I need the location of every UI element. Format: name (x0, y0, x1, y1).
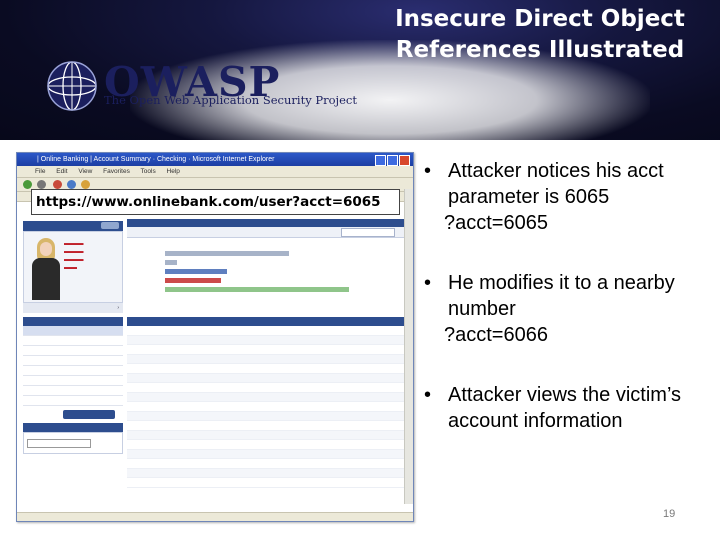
page-number: 19 (663, 508, 676, 520)
chart-bar-row (127, 277, 407, 284)
bullet-text: He modifies it to a nearby number (448, 272, 675, 320)
bullet-item: • He modifies it to a nearby number ?acc… (424, 270, 716, 348)
table-row[interactable] (127, 449, 407, 459)
account-row[interactable] (23, 396, 123, 406)
logo-tagline: The Open Web Application Security Projec… (104, 93, 357, 107)
table-row[interactable] (127, 345, 407, 355)
url-callout: https://www.onlinebank.com/user?acct=606… (31, 189, 400, 215)
table-row[interactable] (127, 421, 407, 431)
promo-footer: › (23, 303, 123, 313)
table-row[interactable] (127, 459, 407, 469)
bills-title (23, 423, 123, 432)
chart-bar-row (127, 259, 407, 266)
bill-selector (23, 432, 123, 454)
bills-section (23, 423, 123, 454)
browser-window-title: | Online Banking | Account Summary · Che… (37, 156, 275, 163)
table-header (127, 317, 407, 326)
table-row[interactable] (127, 402, 407, 412)
bullet-item: • Attacker views the victim’s account in… (424, 382, 716, 434)
window-controls (375, 155, 410, 166)
menu-edit[interactable]: Edit (56, 168, 67, 175)
chart-bar (165, 287, 349, 292)
table-row[interactable] (127, 478, 407, 488)
browser-titlebar: | Online Banking | Account Summary · Che… (17, 153, 413, 166)
bullet-code: ?acct=6066 (444, 324, 548, 346)
bill-select[interactable] (27, 439, 91, 448)
menu-view[interactable]: View (78, 168, 92, 175)
menu-help[interactable]: Help (167, 168, 180, 175)
browser-scrollbar[interactable] (404, 189, 413, 504)
minimize-icon[interactable] (375, 155, 386, 166)
chart-bar (165, 260, 177, 265)
maximize-icon[interactable] (387, 155, 398, 166)
chart-bar-row (127, 250, 407, 257)
bank-page: ▬▬▬ ▬▬▬ ▬▬▬ ▬▬ › (17, 211, 413, 511)
accounts-title (23, 317, 123, 326)
table-row[interactable] (127, 335, 407, 345)
chart-bar-row (127, 268, 407, 275)
bullet-code: ?acct=6065 (444, 212, 548, 234)
accounts-section (23, 317, 123, 419)
bank-left-panel: ▬▬▬ ▬▬▬ ▬▬▬ ▬▬ › (23, 221, 123, 521)
table-row[interactable] (127, 364, 407, 374)
table-row[interactable] (127, 468, 407, 478)
account-row[interactable] (23, 346, 123, 356)
table-row[interactable] (127, 411, 407, 421)
chart-bar (165, 251, 289, 256)
bullet-item: • Attacker notices his acct parameter is… (424, 158, 716, 236)
account-row[interactable] (23, 326, 123, 336)
bullet-dot-icon: • (424, 160, 432, 182)
table-footer (127, 488, 407, 497)
owasp-globe-icon (47, 61, 97, 111)
refresh-icon[interactable] (67, 180, 76, 189)
chart-bar-row (127, 286, 407, 293)
open-account-button[interactable] (63, 410, 115, 419)
table-row[interactable] (127, 373, 407, 383)
table-row[interactable] (127, 440, 407, 450)
account-row[interactable] (23, 376, 123, 386)
search-input[interactable] (341, 228, 395, 237)
account-row[interactable] (23, 366, 123, 376)
account-row[interactable] (23, 356, 123, 366)
chart-bar (165, 269, 227, 274)
sign-off-button[interactable] (101, 222, 119, 229)
bullet-text: Attacker views the victim’s account info… (448, 384, 682, 432)
table-row[interactable] (127, 392, 407, 402)
browser-menubar: File Edit View Favorites Tools Help (17, 166, 413, 178)
account-row[interactable] (23, 336, 123, 346)
table-row[interactable] (127, 354, 407, 364)
close-icon[interactable] (399, 155, 410, 166)
promo-banner[interactable]: ▬▬▬ ▬▬▬ ▬▬▬ ▬▬ (23, 231, 123, 303)
welcome-header (23, 221, 123, 231)
table-row[interactable] (127, 430, 407, 440)
forward-icon[interactable] (37, 180, 46, 189)
chart-caption (127, 238, 407, 248)
chart-bar (165, 278, 221, 283)
stop-icon[interactable] (53, 180, 62, 189)
bullet-dot-icon: • (424, 384, 432, 406)
table-row[interactable] (127, 326, 407, 336)
main-nav (127, 219, 407, 227)
back-icon[interactable] (23, 180, 32, 189)
slide-title: Insecure Direct Object References Illust… (395, 6, 685, 63)
bullet-list: • Attacker notices his acct parameter is… (424, 158, 716, 434)
menu-tools[interactable]: Tools (141, 168, 156, 175)
promo-text: ▬▬▬ ▬▬▬ ▬▬▬ ▬▬ (64, 240, 84, 271)
bullet-dot-icon: • (424, 272, 432, 294)
slide-header: Insecure Direct Object References Illust… (0, 0, 720, 140)
expense-chart (127, 248, 407, 306)
sub-nav (127, 227, 407, 238)
table-row[interactable] (127, 383, 407, 393)
browser-statusbar (17, 512, 413, 521)
bullet-text: Attacker notices his acct parameter is 6… (448, 160, 664, 208)
home-icon[interactable] (81, 180, 90, 189)
menu-file[interactable]: File (35, 168, 45, 175)
transactions-table (127, 317, 407, 497)
account-row[interactable] (23, 386, 123, 396)
bank-right-panel (127, 219, 407, 519)
menu-favorites[interactable]: Favorites (103, 168, 130, 175)
promo-person-image (30, 238, 60, 300)
